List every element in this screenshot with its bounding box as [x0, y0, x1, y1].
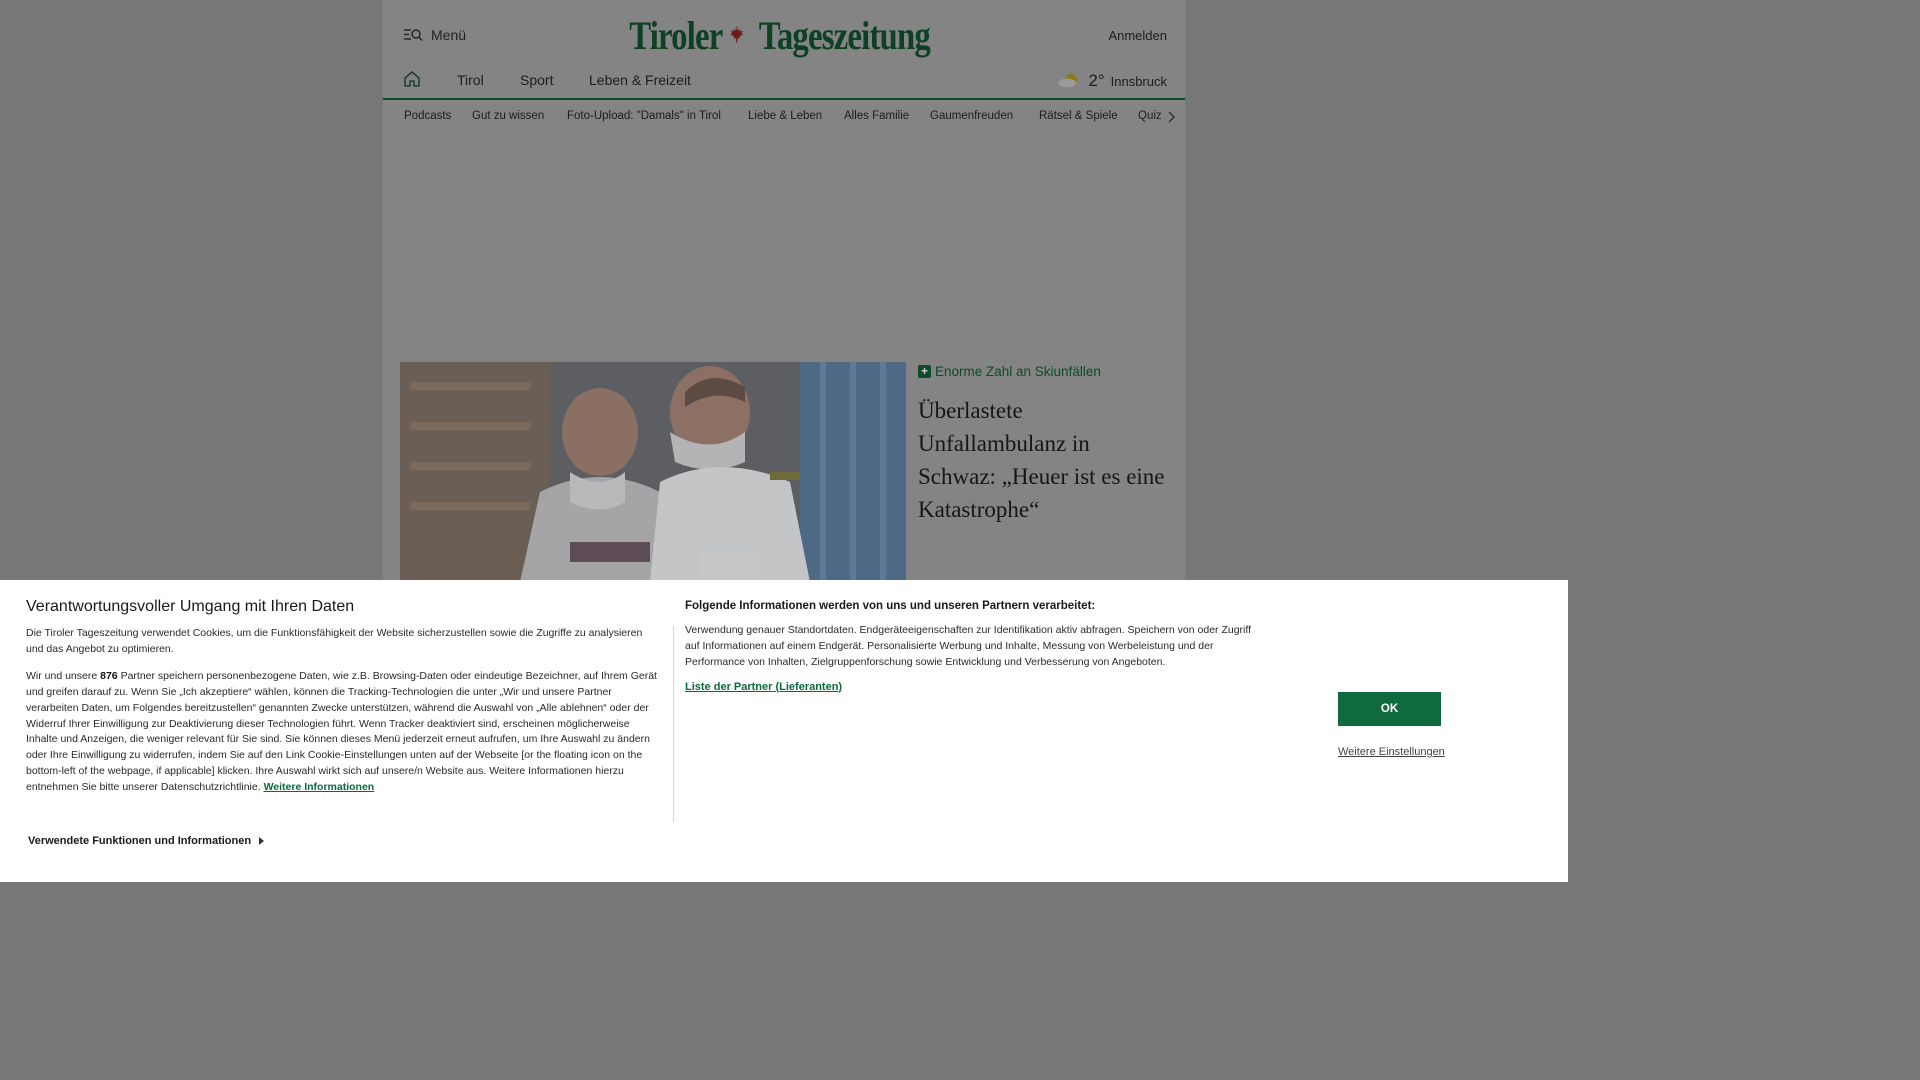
purposes-title: Folgende Informationen werden von uns un… [685, 600, 1096, 612]
site-logo[interactable]: Tiroler Tageszeitung [619, 12, 949, 58]
chevron-right-icon[interactable] [1167, 110, 1177, 124]
accept-ok-button[interactable]: OK [1338, 692, 1441, 726]
consent-body: Die Tiroler Tageszeitung verwendet Cooki… [26, 626, 662, 796]
top-story-teaser: + Enorme Zahl an Skiunfällen Überlastete… [400, 362, 1170, 582]
logo-text-left: Tiroler [629, 12, 723, 58]
site-header: Menü Tiroler Tageszeitung Anmelden [383, 0, 1185, 64]
cookie-consent-banner: Verantwortungsvoller Umgang mit Ihren Da… [0, 580, 1568, 882]
consent-para2-rest: Partner speichern personenbezogene Daten… [26, 669, 657, 794]
subnav-item-gut-zu-wissen[interactable]: Gut zu wissen [472, 110, 544, 122]
consent-purposes-section: Folgende Informationen werden von uns un… [685, 600, 1257, 695]
consent-divider [673, 626, 674, 822]
nav-item-sport[interactable]: Sport [520, 72, 553, 88]
partly-cloudy-icon [1058, 74, 1078, 88]
nav-item-leben-freizeit[interactable]: Leben & Freizeit [589, 72, 691, 88]
consent-title: Verantwortungsvoller Umgang mit Ihren Da… [26, 598, 355, 615]
secondary-nav: Podcasts Gut zu wissen Foto-Upload: "Dam… [383, 100, 1185, 134]
teaser-kicker[interactable]: + Enorme Zahl an Skiunfällen [918, 364, 1101, 379]
home-icon[interactable] [403, 70, 421, 88]
login-link[interactable]: Anmelden [1108, 28, 1167, 43]
more-info-link[interactable]: Weitere Informationen [264, 781, 375, 793]
more-settings-link[interactable]: Weitere Einstellungen [1338, 746, 1445, 758]
weather-temperature: 2° [1088, 71, 1105, 90]
teaser-photo-illustration [400, 362, 906, 582]
teaser-image[interactable] [400, 362, 906, 582]
partner-list-link[interactable]: Liste der Partner (Lieferanten) [685, 681, 842, 693]
purposes-text: Verwendung genauer Standortdaten. Endger… [685, 624, 1252, 668]
subnav-item-gaumenfreuden[interactable]: Gaumenfreuden [930, 110, 1013, 122]
consent-paragraph-1: Die Tiroler Tageszeitung verwendet Cooki… [26, 627, 643, 655]
weather-city: Innsbruck [1110, 73, 1167, 89]
partner-count: 876 [100, 669, 118, 682]
teaser-headline[interactable]: Überlastete Unfallambulanz in Schwaz: „H… [918, 394, 1168, 526]
subnav-item-podcasts[interactable]: Podcasts [404, 110, 451, 122]
caret-right-icon [259, 837, 265, 845]
menu-search-icon [404, 29, 423, 41]
subnav-item-quiz[interactable]: Quiz [1138, 110, 1162, 122]
ad-placeholder [383, 134, 1185, 360]
primary-nav: Tirol Sport Leben & Freizeit 2° Innsbruc… [383, 64, 1185, 100]
tyrolean-eagle-icon [729, 26, 744, 44]
subnav-item-alles-familie[interactable]: Alles Familie [844, 110, 909, 122]
consent-para2-start: Wir und unsere [26, 669, 101, 682]
menu-button[interactable]: Menü [403, 27, 466, 43]
plus-premium-icon: + [918, 365, 931, 378]
features-expand-label: Verwendete Funktionen und Informationen [28, 835, 252, 847]
weather-widget[interactable]: 2° Innsbruck [1056, 71, 1167, 91]
menu-label: Menü [431, 27, 467, 43]
logo-text-right: Tageszeitung [759, 12, 931, 58]
subnav-item-liebe-leben[interactable]: Liebe & Leben [748, 110, 822, 122]
consent-paragraph-2: Wir und unsere 876 Partner speichern per… [26, 669, 662, 796]
subnav-item-foto-upload[interactable]: Foto-Upload: "Damals" in Tirol [567, 110, 721, 122]
nav-item-tirol[interactable]: Tirol [457, 72, 484, 88]
teaser-kicker-text: Enorme Zahl an Skiunfällen [935, 364, 1101, 379]
consent-main-section: Verantwortungsvoller Umgang mit Ihren Da… [26, 598, 662, 807]
features-expand-toggle[interactable]: Verwendete Funktionen und Informationen [28, 835, 265, 847]
subnav-item-raetsel-spiele[interactable]: Rätsel & Spiele [1039, 110, 1118, 122]
